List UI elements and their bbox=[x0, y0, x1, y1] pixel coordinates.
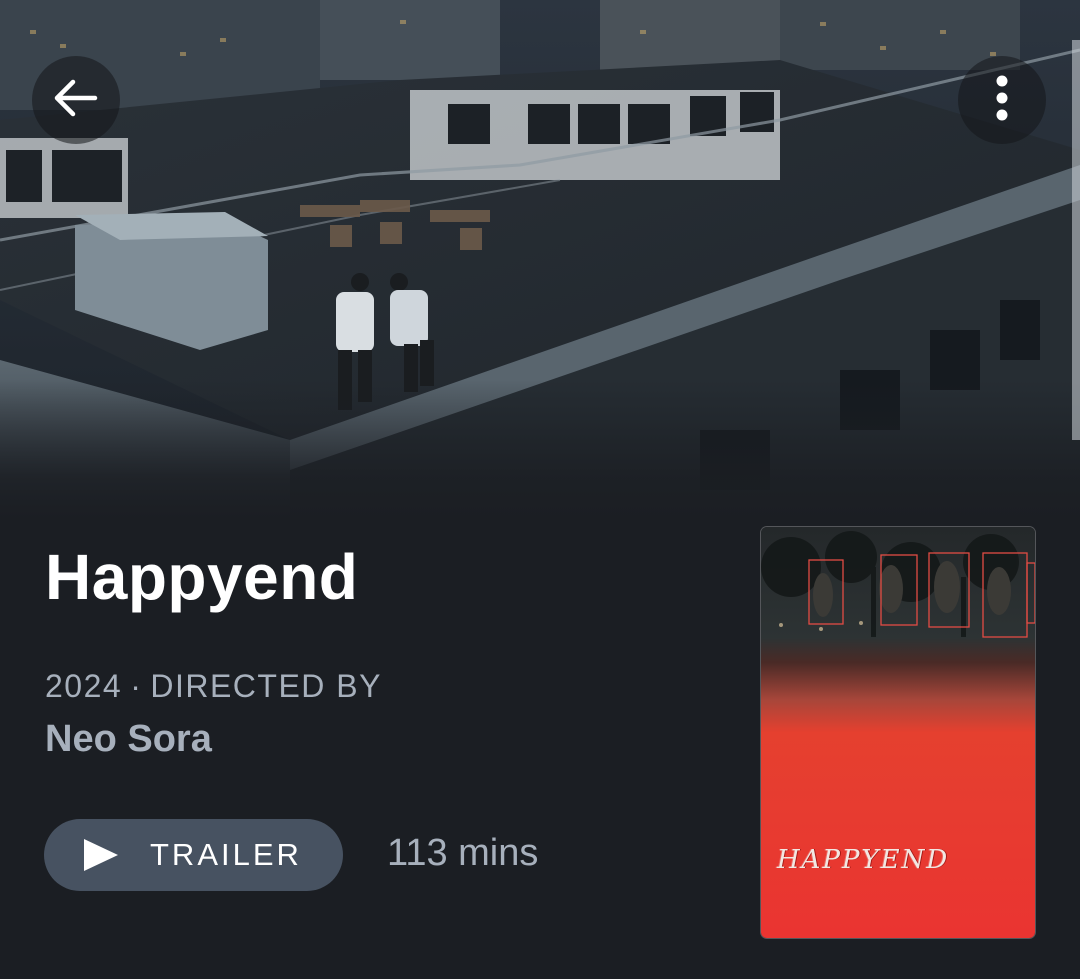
more-vertical-icon bbox=[995, 75, 1009, 126]
film-meta: 2024 · DIRECTED BY bbox=[45, 668, 382, 705]
director-link[interactable]: Neo Sora bbox=[45, 718, 212, 761]
arrow-left-icon bbox=[53, 78, 99, 123]
more-options-button[interactable] bbox=[958, 56, 1046, 144]
directed-by-label: DIRECTED BY bbox=[150, 668, 382, 704]
trailer-label: TRAILER bbox=[150, 837, 302, 872]
back-button[interactable] bbox=[32, 56, 120, 144]
meta-separator: · bbox=[130, 668, 143, 704]
film-title: Happyend bbox=[45, 541, 359, 613]
scroll-indicator bbox=[1072, 40, 1080, 440]
poster-title: HAPPYEND bbox=[777, 845, 950, 875]
trailer-button[interactable]: TRAILER bbox=[44, 819, 343, 891]
film-detail-page: Happyend 2024 · DIRECTED BY Neo Sora TRAIL… bbox=[0, 0, 1080, 979]
film-poster[interactable]: HAPPYEND bbox=[761, 527, 1035, 938]
play-icon bbox=[82, 837, 120, 873]
runtime: 113 mins bbox=[387, 832, 539, 874]
release-year: 2024 bbox=[45, 668, 123, 704]
backdrop-image bbox=[0, 0, 1080, 520]
